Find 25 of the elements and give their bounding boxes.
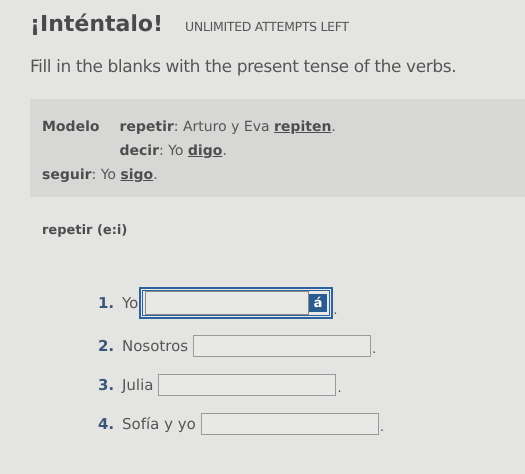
period-text: . [372,342,376,357]
period-text: . [380,420,384,435]
instruction-text: Fill in the blanks with the present tense of the verbs. [30,57,458,77]
item-number: 3. [98,376,116,394]
model-sentence: repetir: Arturo y Eva repiten. [119,119,336,135]
answer-field[interactable] [158,374,336,396]
answer-field[interactable] [200,413,379,435]
subject-text: Julia [122,376,154,394]
item-number: 2. [98,337,116,355]
accent-button[interactable]: á [308,294,328,312]
period-text: . [333,303,338,318]
item-number: 4. [98,415,116,433]
subject-text: Sofía y yo [122,415,196,433]
verb-heading: repetir (e:i) [42,223,128,238]
answer-field[interactable] [193,335,372,357]
subject-text: Yo [122,294,138,312]
model-sentence: seguir: Yo sigo. [42,167,159,183]
attempts-label: UNLIMITED ATTEMPTS LEFT [185,19,349,34]
answer-field[interactable]: á [140,288,332,318]
period-text: . [337,381,342,396]
model-label: Modelo [42,119,100,137]
subject-text: Nosotros [122,337,188,355]
model-sentence: decir: Yo digo. [119,143,228,159]
item-number: 1. [98,294,116,312]
page-title: ¡Inténtalo! [30,12,164,37]
